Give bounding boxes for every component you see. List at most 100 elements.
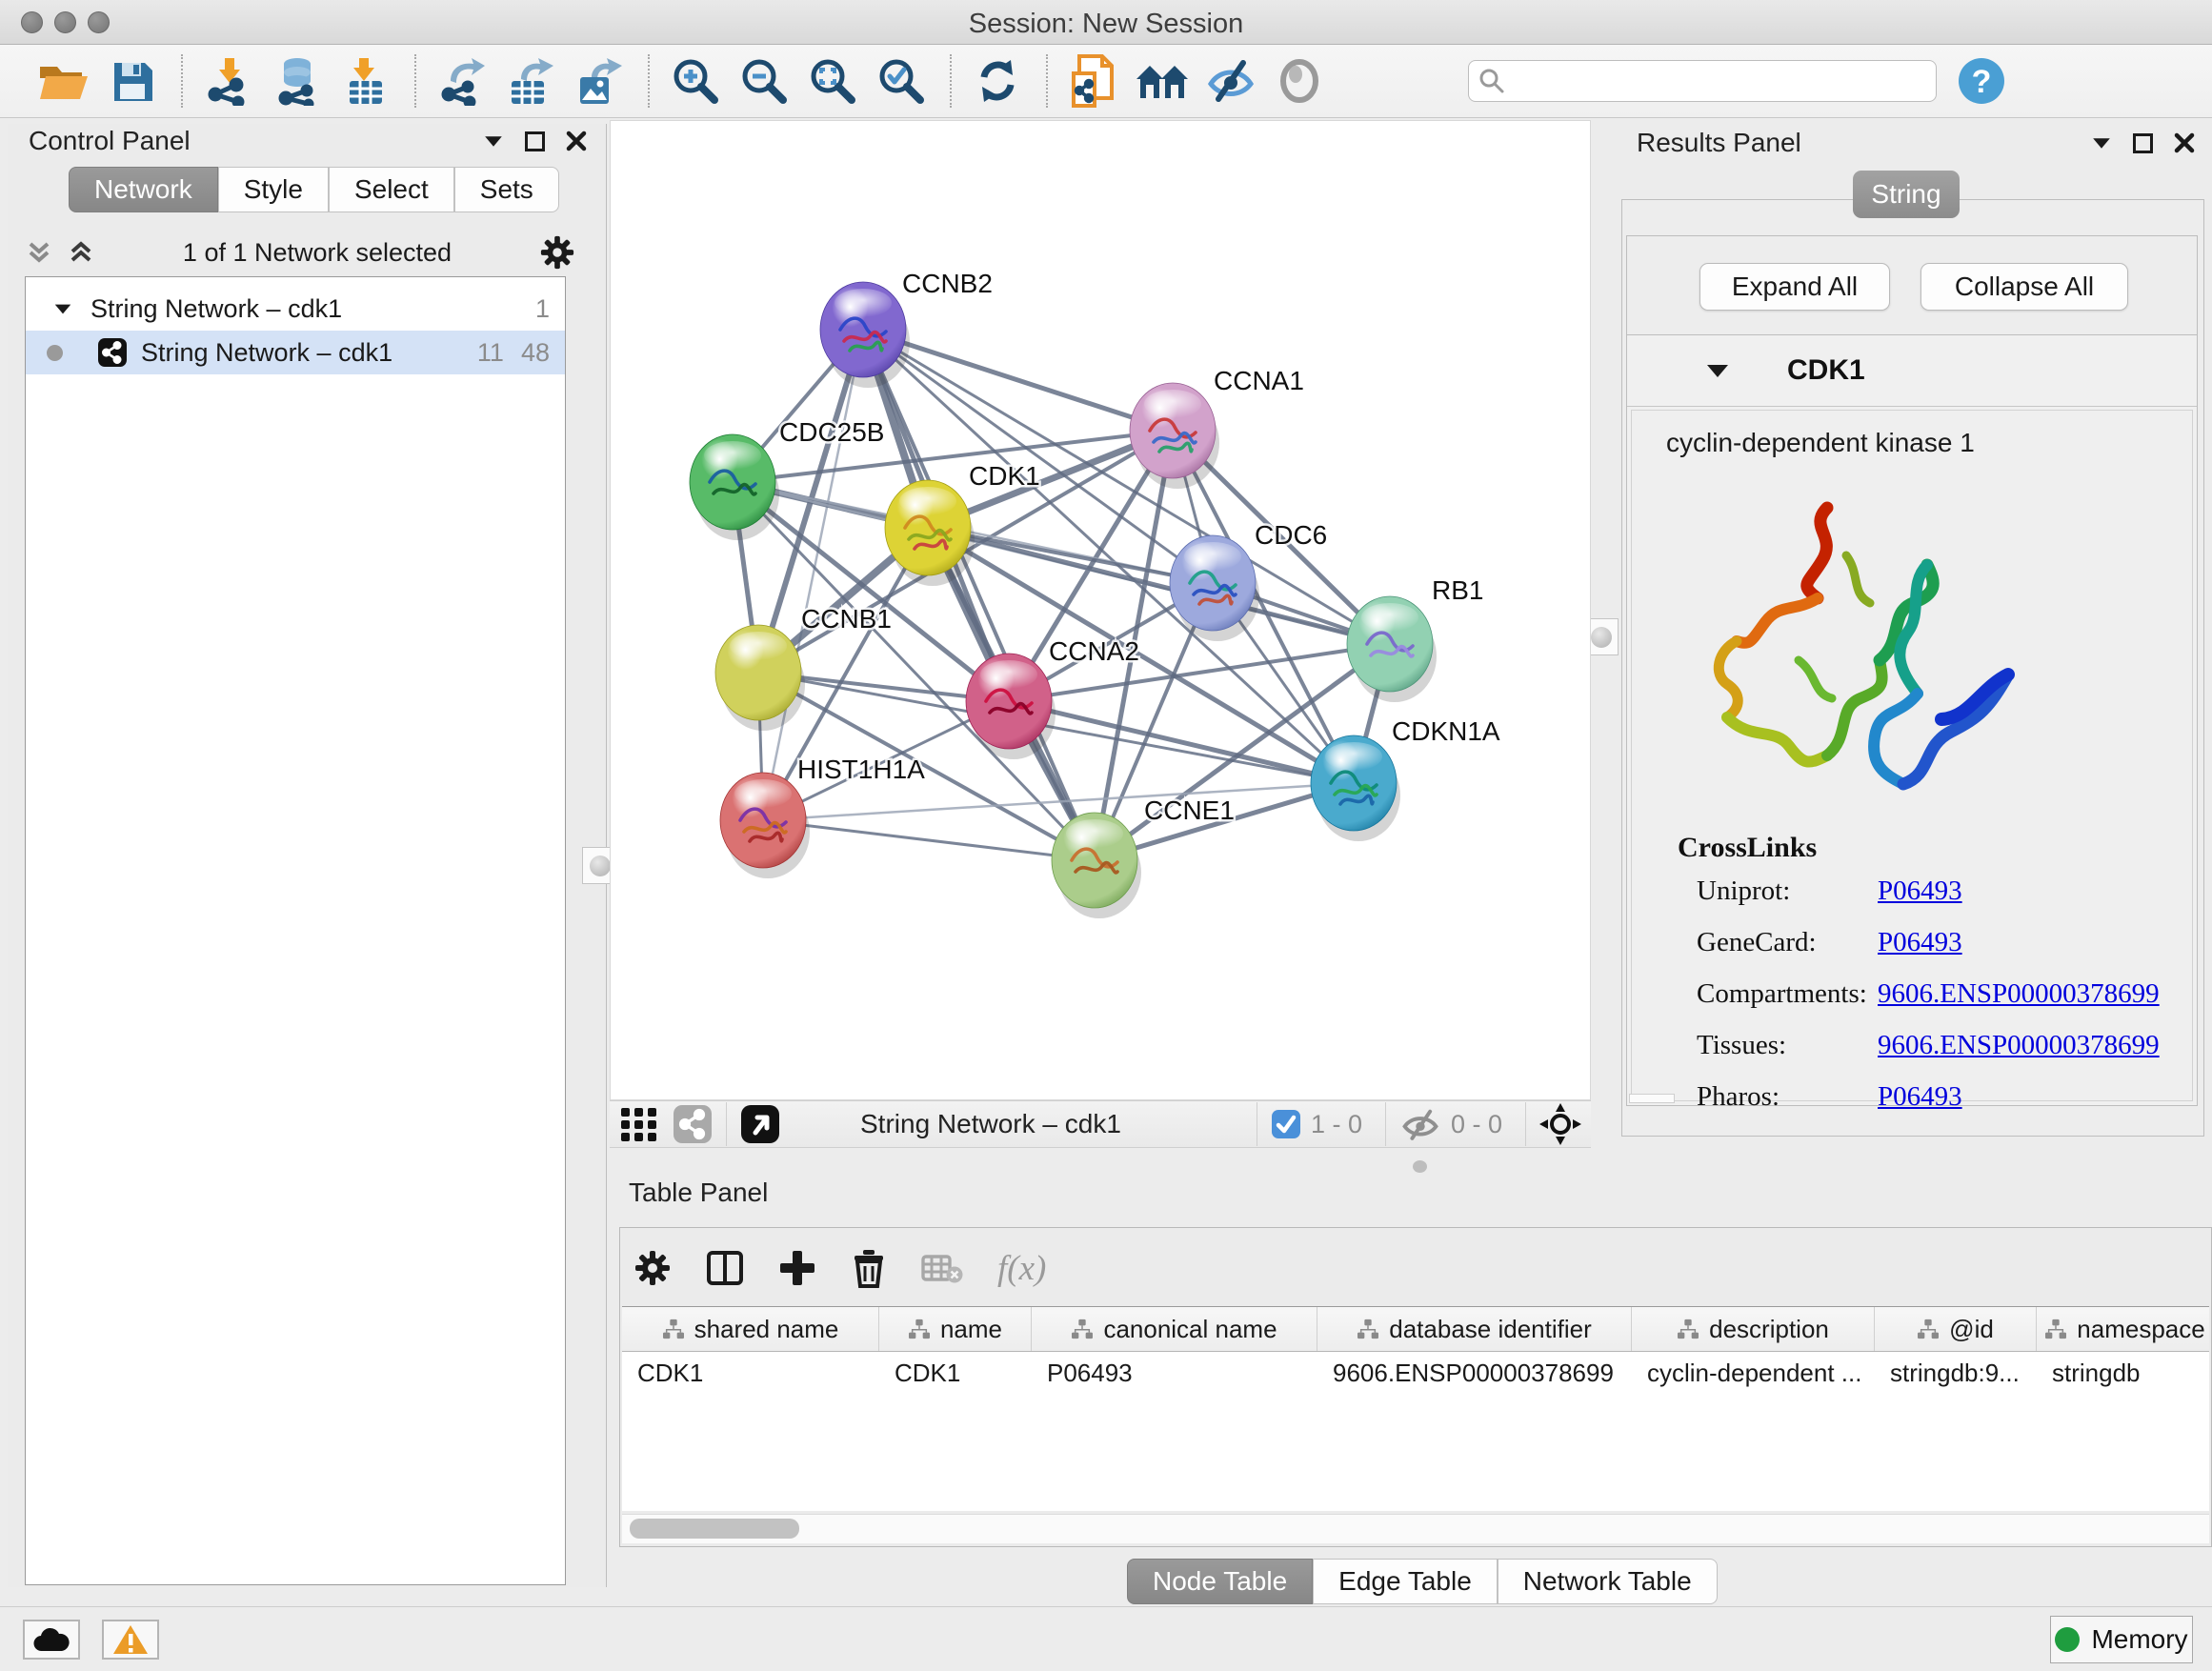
zoom-out-button[interactable] [736, 53, 792, 109]
node-label-HIST1H1A: HIST1H1A [797, 755, 925, 784]
search-input[interactable] [1505, 66, 1909, 97]
maximize-panel-button[interactable] [525, 131, 545, 151]
node-HIST1H1A[interactable] [720, 773, 810, 878]
table-cell[interactable]: 9606.ENSP00000378699 [1317, 1352, 1632, 1394]
table-horizontal-scrollbar[interactable] [622, 1514, 2209, 1543]
tab-style[interactable]: Style [218, 167, 329, 212]
pan-crosshair-icon[interactable] [1539, 1103, 1581, 1145]
tab-node-table[interactable]: Node Table [1127, 1559, 1313, 1604]
result-expander-icon[interactable] [1707, 365, 1728, 377]
expand-all-button[interactable]: Expand All [1699, 263, 1890, 311]
help-button[interactable]: ? [1954, 53, 2009, 109]
grid-view-icon[interactable] [619, 1104, 659, 1144]
table-cell[interactable]: P06493 [1032, 1352, 1317, 1394]
node-CDKN1A[interactable] [1311, 735, 1400, 841]
scrollbar-thumb[interactable] [630, 1519, 799, 1539]
import-string-network-button[interactable] [1066, 53, 1121, 109]
network-options-gear-icon[interactable] [539, 234, 575, 271]
node-CCNA2[interactable] [966, 654, 1056, 759]
column-header-name[interactable]: name [879, 1307, 1032, 1351]
results-panel-title: Results Panel [1637, 128, 1801, 158]
close-panel-button[interactable] [566, 131, 587, 151]
export-image-button[interactable] [572, 53, 627, 109]
zoom-in-button[interactable] [668, 53, 723, 109]
hide-selected-button[interactable] [1203, 53, 1258, 109]
node-CCNB2[interactable] [820, 282, 910, 388]
node-RB1[interactable] [1347, 596, 1437, 702]
import-network-database-button[interactable] [270, 53, 325, 109]
column-header-namespace[interactable]: namespace [2037, 1307, 2209, 1351]
crosslink-link[interactable]: P06493 [1878, 876, 1962, 907]
zoom-fit-button[interactable] [805, 53, 860, 109]
column-type-icon [908, 1319, 931, 1339]
node-CCNE1[interactable] [1052, 813, 1141, 918]
open-session-button[interactable] [36, 53, 91, 109]
export-network-icon [437, 56, 487, 106]
show-all-button[interactable] [1272, 53, 1327, 109]
export-network-button[interactable] [434, 53, 490, 109]
table-cell[interactable]: stringdb:9... [1875, 1352, 2037, 1394]
cloud-status-button[interactable] [23, 1620, 80, 1660]
add-column-icon[interactable] [778, 1249, 816, 1287]
float-panel-button[interactable] [2093, 138, 2110, 148]
column-header-description[interactable]: description [1632, 1307, 1875, 1351]
table-cell[interactable]: cyclin-dependent ... [1632, 1352, 1875, 1394]
edge-HIST1H1A-CCNE1[interactable] [763, 820, 1095, 860]
edge-CCNA2-CDKN1A[interactable] [1009, 701, 1354, 783]
refresh-button[interactable] [970, 53, 1025, 109]
tab-edge-table[interactable]: Edge Table [1313, 1559, 1498, 1604]
import-table-button[interactable] [338, 53, 393, 109]
network-row[interactable]: String Network – cdk1 11 48 [26, 331, 565, 374]
tab-sets[interactable]: Sets [454, 167, 559, 212]
table-options-gear-icon[interactable] [633, 1249, 672, 1287]
column-header-database-identifier[interactable]: database identifier [1317, 1307, 1632, 1351]
column-header--id[interactable]: @id [1875, 1307, 2037, 1351]
node-label-CCNB1: CCNB1 [801, 604, 892, 634]
tab-select[interactable]: Select [329, 167, 454, 212]
network-collection-row[interactable]: String Network – cdk1 1 [26, 287, 565, 331]
network-view-canvas[interactable]: CCNB2CCNA1CDC25BCDK1CDC6RB1CCNB1CCNA2CDK… [610, 120, 1591, 1100]
tab-string[interactable]: String [1853, 171, 1960, 218]
toolbar-search-field[interactable] [1468, 60, 1937, 102]
results-scrollbar[interactable] [1629, 1094, 1675, 1103]
table-cell[interactable]: CDK1 [879, 1352, 1032, 1394]
node-CDC25B[interactable] [690, 434, 779, 540]
show-columns-icon[interactable] [706, 1249, 744, 1287]
crosslink-link[interactable]: P06493 [1878, 927, 1962, 958]
column-header-canonical-name[interactable]: canonical name [1032, 1307, 1317, 1351]
tab-network-table[interactable]: Network Table [1498, 1559, 1718, 1604]
crosslink-link[interactable]: 9606.ENSP00000378699 [1878, 1030, 2160, 1061]
tab-network[interactable]: Network [69, 167, 218, 212]
network-graph[interactable]: CCNB2CCNA1CDC25BCDK1CDC6RB1CCNB1CCNA2CDK… [611, 121, 1590, 1099]
crosslink-link[interactable]: 9606.ENSP00000378699 [1878, 978, 2160, 1010]
table-row[interactable]: CDK1CDK1P064939606.ENSP00000378699cyclin… [622, 1352, 2209, 1394]
expand-all-icon[interactable] [67, 238, 95, 267]
export-table-button[interactable] [503, 53, 558, 109]
memory-button[interactable]: Memory [2050, 1616, 2193, 1663]
horizontal-splitter-handle[interactable] [1413, 1160, 1427, 1173]
node-CDK1[interactable] [885, 480, 975, 586]
birdseye-view-icon[interactable] [740, 1104, 780, 1144]
table-cell[interactable]: CDK1 [622, 1352, 879, 1394]
zoom-selected-button[interactable] [874, 53, 929, 109]
node-CCNA1[interactable] [1130, 383, 1219, 489]
hidden-eye-icon[interactable] [1399, 1107, 1441, 1141]
maximize-panel-button[interactable] [2133, 133, 2153, 153]
home-button[interactable] [1135, 53, 1190, 109]
node-result-header[interactable]: CDK1 [1627, 335, 2197, 407]
float-panel-button[interactable] [485, 136, 502, 146]
collapse-all-button[interactable]: Collapse All [1920, 263, 2128, 311]
save-session-button[interactable] [105, 53, 160, 109]
delete-column-trash-icon[interactable] [851, 1248, 887, 1288]
import-network-file-button[interactable] [201, 53, 256, 109]
warning-status-button[interactable] [102, 1620, 159, 1660]
network-share-view-icon[interactable] [673, 1104, 713, 1144]
column-header-shared-name[interactable]: shared name [622, 1307, 879, 1351]
collapse-all-icon[interactable] [25, 238, 53, 267]
column-type-icon [1071, 1319, 1094, 1339]
selected-checkbox-icon[interactable] [1271, 1109, 1301, 1139]
crosslink-link[interactable]: P06493 [1878, 1081, 1962, 1113]
close-panel-button[interactable] [2174, 132, 2195, 153]
table-cell[interactable]: stringdb [2037, 1352, 2209, 1394]
collection-expander-icon[interactable] [55, 304, 71, 313]
